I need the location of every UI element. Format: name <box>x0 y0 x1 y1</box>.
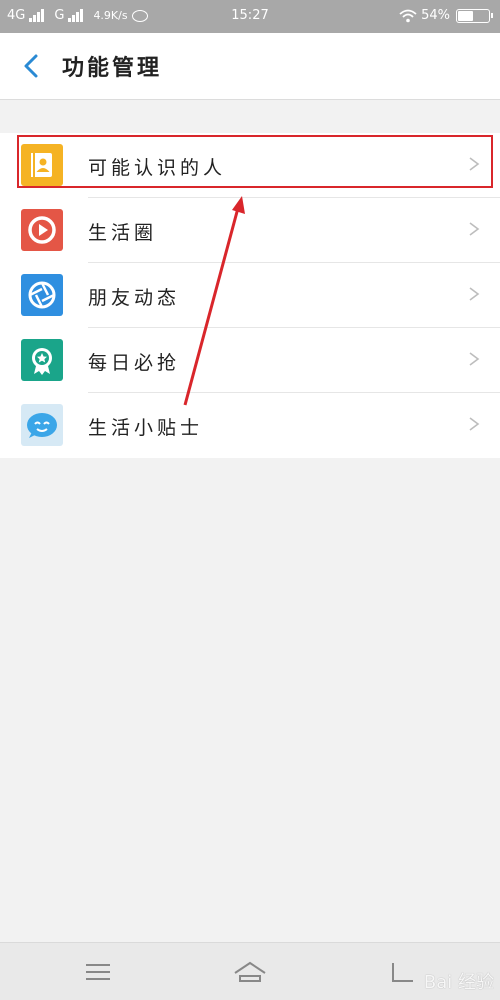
badge-icon <box>21 339 63 381</box>
chevron-right-icon <box>469 157 480 171</box>
chevron-right-icon <box>469 287 480 301</box>
contact-book-icon <box>21 144 63 186</box>
list-item-daily-deals[interactable]: 每日必抢 <box>0 328 500 393</box>
menu-button[interactable] <box>78 957 118 987</box>
home-icon <box>234 961 266 982</box>
wifi-icon <box>399 9 417 23</box>
status-bar: 4G G 4.9K/s 15:27 54% <box>0 0 500 33</box>
chevron-right-icon <box>469 352 480 366</box>
battery-fill <box>458 10 474 21</box>
watermark: Bai 经验 <box>423 972 494 993</box>
list-item-label: 朋友动态 <box>88 287 181 309</box>
list-item-life-circle[interactable]: 生活圈 <box>0 198 500 263</box>
list-item-friend-updates[interactable]: 朋友动态 <box>0 263 500 328</box>
home-button[interactable] <box>230 957 270 987</box>
list-item-label: 生活小贴士 <box>88 417 204 439</box>
back-button[interactable] <box>20 53 44 79</box>
aperture-icon <box>21 274 63 316</box>
header: 功能管理 <box>0 33 500 100</box>
play-circle-icon <box>21 209 63 251</box>
list-item-life-tips[interactable]: 生活小贴士 <box>0 393 500 458</box>
list-item-label: 每日必抢 <box>88 352 181 374</box>
chevron-right-icon <box>469 222 480 236</box>
chevron-right-icon <box>469 417 480 431</box>
feature-list: 可能认识的人 生活圈 朋友动态 每日必抢 生活小贴士 <box>0 133 500 458</box>
hamburger-icon <box>86 964 110 980</box>
smiley-bubble-icon <box>21 404 63 446</box>
list-item-label: 生活圈 <box>88 222 158 244</box>
recent-apps-icon <box>392 963 413 982</box>
chevron-left-icon <box>24 54 38 78</box>
list-item-label: 可能认识的人 <box>88 157 227 179</box>
page-title: 功能管理 <box>62 56 163 81</box>
battery-icon <box>456 8 493 23</box>
battery-percent: 54% <box>421 8 450 23</box>
recent-apps-button[interactable] <box>385 957 425 987</box>
system-nav-bar: Bai 经验 <box>0 942 500 1000</box>
list-item-people-you-may-know[interactable]: 可能认识的人 <box>0 133 500 198</box>
